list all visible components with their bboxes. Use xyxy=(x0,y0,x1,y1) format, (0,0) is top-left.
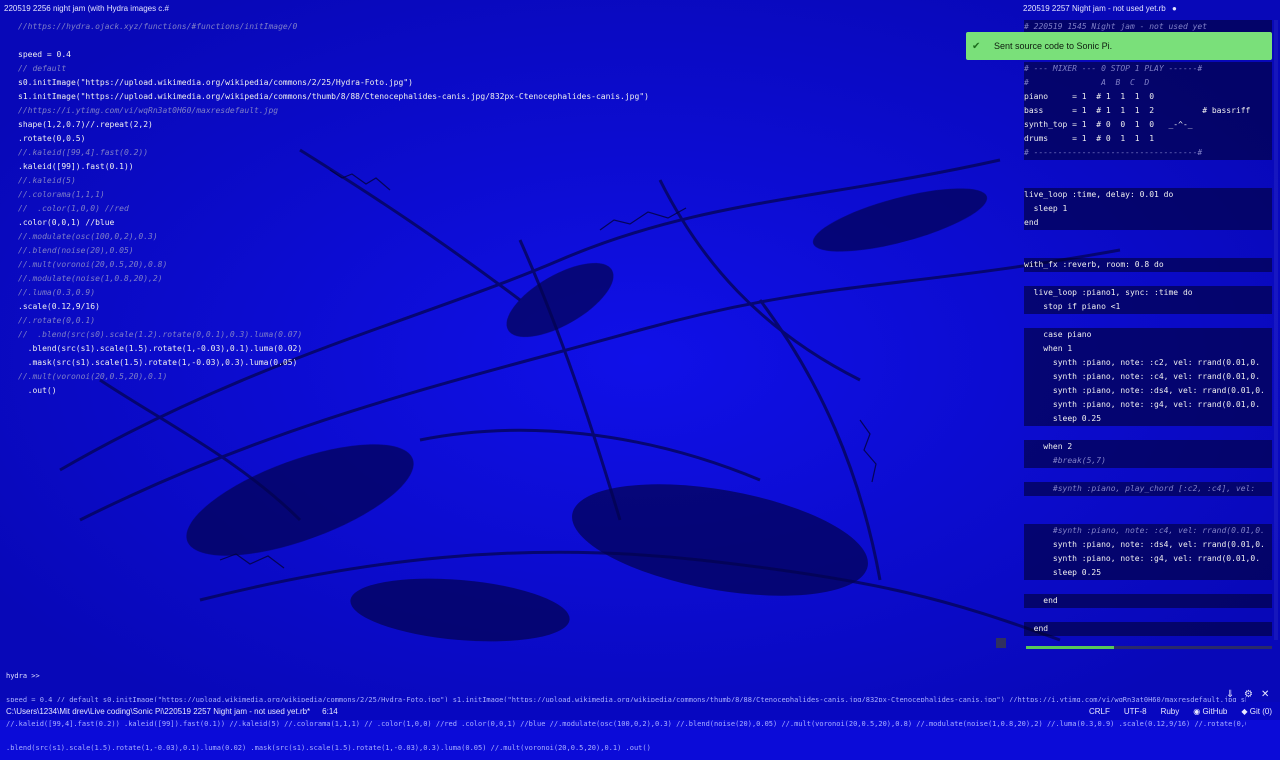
toast-message: Sent source code to Sonic Pi. xyxy=(994,41,1113,51)
download-icon[interactable]: ⇓ xyxy=(1226,689,1234,700)
sonic-pi-code-line[interactable]: # A B C D xyxy=(1024,76,1272,90)
hydra-code-line[interactable]: .rotate(0,0.5) xyxy=(18,132,649,146)
git-icon: ◆ xyxy=(1241,706,1248,716)
editor-vertical-scrollbar[interactable] xyxy=(1274,20,1278,640)
hydra-code-line[interactable]: //.modulate(noise(1,0.8,20),2) xyxy=(18,272,649,286)
right-tab-title-text: 220519 2257 Night jam - not used yet.rb xyxy=(1023,4,1166,13)
console-prompt: hydra >> xyxy=(6,672,40,680)
language-mode[interactable]: Ruby xyxy=(1161,707,1180,716)
right-tab-title[interactable]: 220519 2257 Night jam - not used yet.rb … xyxy=(1023,4,1177,16)
hydra-code-line[interactable]: //https://hydra.ojack.xyz/functions/#fun… xyxy=(18,20,649,34)
hydra-code-editor[interactable]: //https://hydra.ojack.xyz/functions/#fun… xyxy=(18,20,649,398)
check-icon: ✔ xyxy=(972,40,981,52)
sonic-pi-code-line[interactable]: end xyxy=(1024,594,1272,608)
close-icon[interactable]: ✕ xyxy=(1261,689,1269,700)
sonic-pi-code-line[interactable]: synth :piano, note: :ds4, vel: rrand(0.0… xyxy=(1024,384,1272,398)
sonic-pi-code-line[interactable]: stop if piano <1 xyxy=(1024,300,1272,314)
sonic-pi-code-line[interactable]: synth_top = 1 # 0 0 1 0 _-^-_ xyxy=(1024,118,1272,132)
sonic-pi-code-line[interactable]: sleep 1 xyxy=(1024,202,1272,216)
hydra-code-line[interactable]: //.colorama(1,1,1) xyxy=(18,188,649,202)
hydra-code-line[interactable]: //https://i.ytimg.com/vi/wqRn3at0H60/max… xyxy=(18,104,649,118)
hydra-code-line[interactable]: // .color(1,0,0) //red xyxy=(18,202,649,216)
hydra-code-line[interactable]: // .blend(src(s0).scale(1.2).rotate(0,0.… xyxy=(18,328,649,342)
sonic-pi-code-line[interactable]: # ----------------------------------# xyxy=(1024,146,1272,160)
hydra-code-line[interactable]: //.mult(voronoi(20,0.5,20),0.8) xyxy=(18,258,649,272)
hydra-code-line[interactable]: s0.initImage("https://upload.wikimedia.o… xyxy=(18,76,649,90)
sonic-pi-code-line[interactable] xyxy=(1024,174,1272,188)
sonic-pi-code-line[interactable]: # --- MIXER --- 0 STOP 1 PLAY ------# xyxy=(1024,62,1272,76)
sonic-pi-code-line[interactable] xyxy=(1024,468,1272,482)
hydra-code-line[interactable]: .out() xyxy=(18,384,649,398)
sonic-pi-code-line[interactable] xyxy=(1024,426,1272,440)
left-tab-title[interactable]: 220519 2256 night jam (with Hydra images… xyxy=(4,4,169,16)
resize-handle[interactable] xyxy=(996,638,1006,648)
sonic-pi-code-line[interactable]: end xyxy=(1024,216,1272,230)
sonic-pi-code-line[interactable] xyxy=(1024,160,1272,174)
sonic-pi-code-line[interactable]: synth :piano, note: :c2, vel: rrand(0.01… xyxy=(1024,356,1272,370)
git-button[interactable]: ◆ Git (0) xyxy=(1241,707,1272,716)
hydra-code-line[interactable]: shape(1,2,0.7)//.repeat(2,2) xyxy=(18,118,649,132)
toast-notification[interactable]: ✔ Sent source code to Sonic Pi. xyxy=(966,32,1272,60)
sonic-pi-code-line[interactable] xyxy=(1024,510,1272,524)
cursor-position[interactable]: 6:14 xyxy=(322,707,338,716)
sonic-pi-code-line[interactable]: #synth :piano, play_chord [:c2, :c4], ve… xyxy=(1024,482,1272,496)
sonic-pi-code-line[interactable]: live_loop :time, delay: 0.01 do xyxy=(1024,188,1272,202)
sonic-pi-code-line[interactable] xyxy=(1024,580,1272,594)
sonic-pi-code-line[interactable] xyxy=(1024,244,1272,258)
sonic-pi-code-line[interactable]: live_loop :piano1, sync: :time do xyxy=(1024,286,1272,300)
sonic-pi-code-line[interactable]: when 2 xyxy=(1024,440,1272,454)
hydra-code-line[interactable]: //.modulate(osc(100,0,2),0.3) xyxy=(18,230,649,244)
file-path[interactable]: C:\Users\1234\Mit drev\Live coding\Sonic… xyxy=(6,707,310,716)
sonic-pi-code-line[interactable]: #break(5,7) xyxy=(1024,454,1272,468)
unsaved-indicator: ● xyxy=(1172,4,1177,13)
sonic-pi-code-line[interactable]: sleep 0.25 xyxy=(1024,412,1272,426)
sonic-pi-code-line[interactable]: drums = 1 # 0 1 1 1 xyxy=(1024,132,1272,146)
hydra-code-line[interactable]: //.kaleid([99,4].fast(0.2)) xyxy=(18,146,649,160)
sonic-pi-code-line[interactable]: synth :piano, note: :g4, vel: rrand(0.01… xyxy=(1024,552,1272,566)
hydra-code-line[interactable] xyxy=(18,34,649,48)
sonic-pi-code-line[interactable]: synth :piano, note: :g4, vel: rrand(0.01… xyxy=(1024,398,1272,412)
sonic-pi-code-line[interactable]: synth :piano, note: :ds4, vel: rrand(0.0… xyxy=(1024,538,1272,552)
status-bar: C:\Users\1234\Mit drev\Live coding\Sonic… xyxy=(0,702,1280,720)
hydra-code-line[interactable]: .kaleid([99]).fast(0.1)) xyxy=(18,160,649,174)
github-icon: ◉ xyxy=(1193,706,1201,716)
sonic-pi-code-editor[interactable]: # 220519 1545 Night jam - not used yet # … xyxy=(1024,20,1272,636)
console-line: //.kaleid([99,4].fast(0.2)) .kaleid([99]… xyxy=(6,720,1246,728)
github-button[interactable]: ◉ GitHub xyxy=(1193,707,1227,716)
github-label: GitHub xyxy=(1202,706,1228,716)
horizontal-scroll-thumb[interactable] xyxy=(1026,646,1114,649)
sonic-pi-code-line[interactable]: end xyxy=(1024,622,1272,636)
encoding[interactable]: UTF-8 xyxy=(1124,707,1147,716)
hydra-code-line[interactable]: s1.initImage("https://upload.wikimedia.o… xyxy=(18,90,649,104)
sonic-pi-code-line[interactable]: when 1 xyxy=(1024,342,1272,356)
hydra-code-line[interactable]: //.rotate(0,0.1) xyxy=(18,314,649,328)
sonic-pi-code-line[interactable] xyxy=(1024,230,1272,244)
hydra-code-line[interactable]: //.kaleid(5) xyxy=(18,174,649,188)
sonic-pi-code-line[interactable] xyxy=(1024,272,1272,286)
sonic-pi-code-line[interactable]: with_fx :reverb, room: 0.8 do xyxy=(1024,258,1272,272)
sonic-pi-code-line[interactable]: piano = 1 # 1 1 1 0 xyxy=(1024,90,1272,104)
sonic-pi-code-line[interactable]: #synth :piano, note: :c4, vel: rrand(0.0… xyxy=(1024,524,1272,538)
hydra-code-line[interactable]: //.mult(voronoi(20,0.5,20),0.1) xyxy=(18,370,649,384)
sonic-pi-code-line[interactable] xyxy=(1024,608,1272,622)
horizontal-scroll-indicator[interactable] xyxy=(1026,646,1272,649)
sonic-pi-code-line[interactable]: case piano xyxy=(1024,328,1272,342)
hydra-code-line[interactable]: speed = 0.4 xyxy=(18,48,649,62)
console-line: .blend(src(s1).scale(1.5).rotate(1,-0.03… xyxy=(6,744,651,752)
sonic-pi-code-line[interactable] xyxy=(1024,496,1272,510)
hydra-code-line[interactable]: .mask(src(s1).scale(1.5).rotate(1,-0.03)… xyxy=(18,356,649,370)
sonic-pi-code-line[interactable] xyxy=(1024,314,1272,328)
line-ending[interactable]: CRLF xyxy=(1089,707,1110,716)
hydra-code-line[interactable]: // default xyxy=(18,62,649,76)
settings-icon[interactable]: ⚙ xyxy=(1244,689,1253,700)
hydra-code-line[interactable]: .color(0,0,1) //blue xyxy=(18,216,649,230)
hydra-code-line[interactable]: .blend(src(s1).scale(1.5).rotate(1,-0.03… xyxy=(18,342,649,356)
sonic-pi-code-line[interactable]: bass = 1 # 1 1 1 2 # bassriff xyxy=(1024,104,1272,118)
sonic-pi-code-line[interactable]: sleep 0.25 xyxy=(1024,566,1272,580)
git-label: Git (0) xyxy=(1249,706,1272,716)
hydra-code-line[interactable]: .scale(0.12,9/16) xyxy=(18,300,649,314)
hydra-code-line[interactable]: //.luma(0.3,0.9) xyxy=(18,286,649,300)
sonic-pi-code-line[interactable]: synth :piano, note: :c4, vel: rrand(0.01… xyxy=(1024,370,1272,384)
hydra-code-line[interactable]: //.blend(noise(20),0.05) xyxy=(18,244,649,258)
